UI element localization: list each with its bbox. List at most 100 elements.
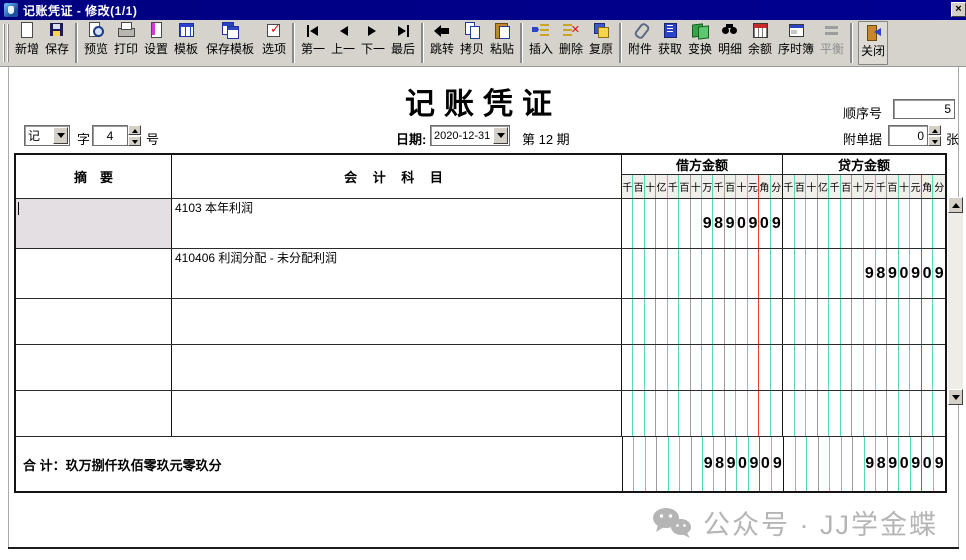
account-cell[interactable] <box>172 299 622 344</box>
fetch-button[interactable]: 获取 <box>655 20 685 66</box>
date-combobox[interactable]: 2020-12-31 <box>430 125 510 146</box>
save-button[interactable]: 保存 <box>42 20 72 66</box>
new-button[interactable]: 新增 <box>12 20 42 66</box>
summary-header: 摘 要 <box>16 155 172 198</box>
page-setup-icon <box>147 22 165 38</box>
attachment-count-spinner[interactable] <box>928 125 941 146</box>
debit-amount-cell[interactable] <box>622 299 782 344</box>
debit-amount-cell[interactable] <box>622 249 782 298</box>
digit-cell <box>622 391 633 436</box>
debit-amount-cell[interactable] <box>622 391 782 436</box>
spin-down-icon[interactable] <box>128 136 141 146</box>
scroll-up-icon[interactable] <box>948 197 963 213</box>
voucher-word-combobox[interactable]: 记 <box>24 125 70 146</box>
voucher-number-spinner[interactable] <box>128 125 141 146</box>
debit-amount-cell[interactable]: 9890909 <box>622 199 782 248</box>
sequence-input[interactable]: 5 <box>893 99 955 119</box>
next-icon <box>364 22 382 38</box>
credit-amount-cell[interactable] <box>783 299 945 344</box>
spin-up-icon[interactable] <box>128 125 141 135</box>
account-cell[interactable]: 4103 本年利润 <box>172 199 622 248</box>
digit-cell <box>634 437 645 491</box>
digit-cell <box>622 345 633 390</box>
summary-cell[interactable] <box>16 299 172 344</box>
book-icon <box>661 22 679 38</box>
credit-amount-cell[interactable] <box>783 391 945 436</box>
attachment-count-input[interactable]: 0 <box>888 125 928 146</box>
next-record-button[interactable]: 下一 <box>358 20 388 66</box>
spin-up-icon[interactable] <box>928 125 941 135</box>
digit-header-cell: 亿 <box>656 175 667 198</box>
spin-down-icon[interactable] <box>928 136 941 146</box>
detail-button[interactable]: 明细 <box>715 20 745 66</box>
credit-amount-cell[interactable] <box>783 345 945 390</box>
digit-header-cell: 百 <box>679 175 690 198</box>
scroll-down-icon[interactable] <box>948 389 963 405</box>
copy-button[interactable]: 拷贝 <box>457 20 487 66</box>
last-record-button[interactable]: 最后 <box>388 20 418 66</box>
digit-cell: 8 <box>714 437 725 491</box>
digit-cell <box>922 299 934 344</box>
digit-cell <box>910 391 922 436</box>
transform-icon <box>691 22 709 38</box>
vertical-scrollbar[interactable] <box>948 197 963 405</box>
jump-button[interactable]: 跳转 <box>427 20 457 66</box>
options-button[interactable]: 选项 <box>259 20 289 66</box>
digit-cell <box>713 345 724 390</box>
digit-cell <box>748 299 759 344</box>
paste-button[interactable]: 粘贴 <box>487 20 517 66</box>
number-suffix-label: 号 <box>146 129 159 148</box>
journal-button[interactable]: 序时簿 <box>775 20 817 66</box>
summary-cell[interactable] <box>16 199 172 248</box>
restore-button[interactable]: 复原 <box>586 20 616 66</box>
digit-cell <box>702 345 713 390</box>
digit-header-cell: 百 <box>887 175 899 198</box>
attachment-button[interactable]: 附件 <box>625 20 655 66</box>
insert-row-button[interactable]: 插入 <box>526 20 556 66</box>
digit-header-cell: 角 <box>759 175 770 198</box>
template-button[interactable]: 模板 <box>171 20 201 66</box>
delete-row-button[interactable]: 删除 <box>556 20 586 66</box>
first-record-button[interactable]: 第一 <box>298 20 328 66</box>
credit-amount-cell[interactable] <box>783 199 945 248</box>
digit-cell <box>842 437 854 491</box>
toolbar-grip[interactable] <box>3 24 10 62</box>
digit-cell <box>633 391 644 436</box>
prev-record-button[interactable]: 上一 <box>328 20 358 66</box>
dropdown-arrow-icon[interactable] <box>53 127 68 144</box>
digit-header-cell: 千 <box>783 175 795 198</box>
digit-cell <box>806 199 818 248</box>
save-template-button[interactable]: 保存模板 <box>201 20 259 66</box>
dropdown-arrow-icon[interactable] <box>493 127 508 144</box>
close-voucher-button[interactable]: 关闭 <box>858 21 888 65</box>
digit-cell <box>771 299 782 344</box>
account-cell[interactable] <box>172 391 622 436</box>
digit-cell <box>864 345 876 390</box>
digit-cell <box>759 249 770 298</box>
digit-header-cell: 分 <box>933 175 945 198</box>
digit-cell: 9 <box>910 249 922 298</box>
digit-cell: 8 <box>713 199 724 248</box>
digit-header-cell: 千 <box>713 175 724 198</box>
debit-amount-cell[interactable] <box>622 345 782 390</box>
print-button[interactable]: 打印 <box>111 20 141 66</box>
digit-cell <box>645 299 656 344</box>
digit-cell <box>691 345 702 390</box>
credit-amount-cell[interactable]: 9890909 <box>783 249 945 298</box>
preview-button[interactable]: 预览 <box>81 20 111 66</box>
transform-button[interactable]: 变换 <box>685 20 715 66</box>
summary-cell[interactable] <box>16 391 172 436</box>
close-window-button[interactable]: × <box>951 2 966 17</box>
digit-cell <box>725 391 736 436</box>
digit-cell <box>679 345 690 390</box>
account-cell[interactable]: 410406 利润分配 - 未分配利润 <box>172 249 622 298</box>
voucher-number-input[interactable]: 4 <box>92 125 128 146</box>
digit-cell <box>622 199 633 248</box>
summary-cell[interactable] <box>16 345 172 390</box>
date-label: 日期: <box>396 129 426 148</box>
balance-amount-button[interactable]: 余额 <box>745 20 775 66</box>
page-setup-button[interactable]: 设置 <box>141 20 171 66</box>
summary-cell[interactable] <box>16 249 172 298</box>
digit-cell <box>633 345 644 390</box>
account-cell[interactable] <box>172 345 622 390</box>
